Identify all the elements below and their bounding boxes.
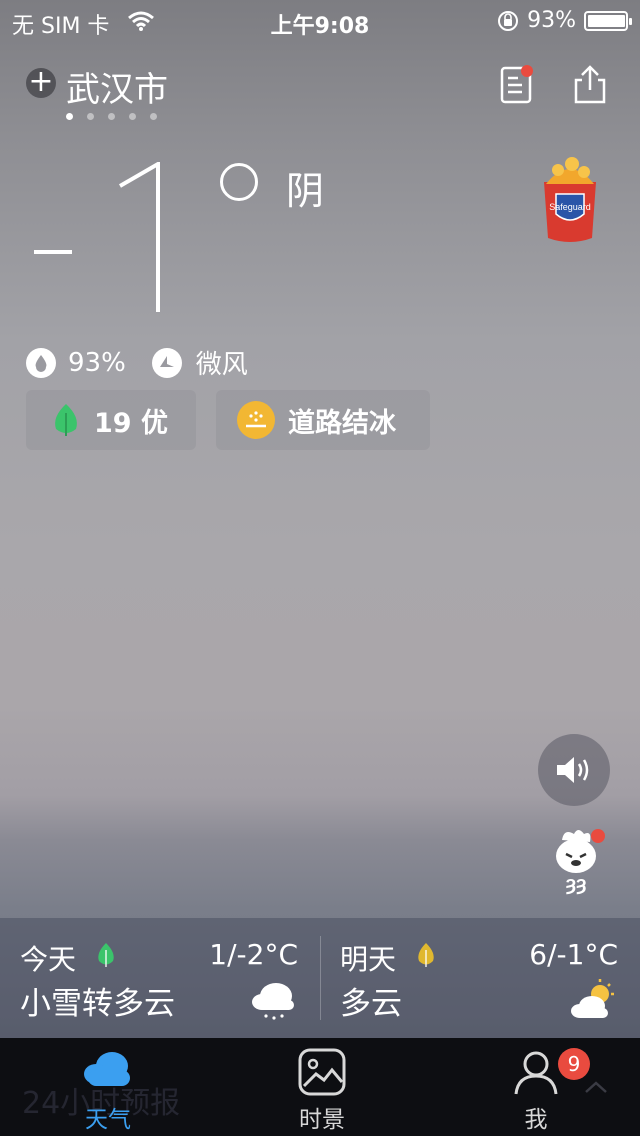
page-dot	[108, 113, 115, 120]
tab-label: 天气	[85, 1107, 131, 1133]
notification-badge: 9	[558, 1048, 590, 1080]
forecast-today[interactable]: 今天 1/-2°C 小雪转多云	[0, 918, 320, 1038]
page-dot	[87, 113, 94, 120]
forecast-tomorrow[interactable]: 明天 6/-1°C 多云	[320, 918, 640, 1038]
forecast-day-label: 今天	[20, 943, 77, 976]
svg-text:ȝȝ: ȝȝ	[566, 873, 587, 895]
weather-condition: 阴	[286, 169, 325, 213]
person-icon	[514, 1051, 558, 1095]
leaf-icon	[98, 943, 114, 967]
page-indicator	[66, 113, 157, 120]
photo-icon	[298, 1048, 346, 1096]
rotation-lock-icon	[498, 10, 519, 31]
status-right: 93%	[497, 8, 632, 33]
temperature-digit	[118, 162, 160, 312]
city-name[interactable]: 武汉市	[66, 62, 168, 111]
temperature-minus-sign	[34, 250, 72, 254]
ad-brand: Safeguard	[549, 202, 591, 212]
ad-banner-icon[interactable]: Safeguard	[538, 154, 602, 244]
tab-label: 时景	[299, 1107, 345, 1133]
share-icon[interactable]	[572, 64, 608, 104]
status-bar: 无 SIM 卡 上午9:08 93%	[0, 0, 640, 40]
degree-symbol	[220, 163, 258, 201]
forecast-temp: 6/-1°C	[529, 938, 618, 971]
air-quality-button[interactable]: 19 优	[26, 390, 196, 450]
cloud-icon	[84, 1052, 130, 1086]
wind-icon	[151, 347, 182, 378]
battery-icon	[584, 10, 632, 31]
air-quality-value: 19 优	[94, 407, 168, 439]
page-dot	[129, 113, 136, 120]
news-icon[interactable]	[500, 64, 534, 104]
forecast-desc: 多云	[340, 986, 402, 1022]
weather-details-row: 93% 微风	[26, 344, 248, 381]
forecast-temp: 1/-2°C	[209, 938, 298, 971]
speaker-icon	[557, 757, 589, 783]
snow-cloud-icon	[252, 983, 294, 1020]
forecast-desc: 小雪转多云	[20, 986, 175, 1022]
tab-bar: 24小时预报 天气 时景 我	[0, 1038, 640, 1136]
leaf-icon	[418, 943, 434, 967]
humidity-value: 93%	[68, 347, 126, 378]
humidity-icon	[26, 347, 56, 378]
partly-cloudy-icon	[571, 979, 614, 1018]
tab-weather[interactable]: 天气	[38, 1038, 178, 1136]
leaf-icon	[55, 404, 77, 436]
chevron-up-icon[interactable]	[584, 1080, 608, 1094]
weather-alert-text: 道路结冰	[288, 407, 396, 439]
tab-scenery[interactable]: 时景	[252, 1038, 392, 1136]
wind-value: 微风	[195, 350, 248, 380]
voice-broadcast-button[interactable]	[538, 734, 610, 806]
page-dot	[66, 113, 73, 120]
forecast-divider	[320, 936, 321, 1020]
tab-label: 我	[524, 1107, 548, 1133]
page-dot	[150, 113, 157, 120]
forecast-day-label: 明天	[340, 943, 397, 976]
add-city-button[interactable]: +	[26, 67, 56, 98]
weather-alert-button[interactable]: 道路结冰	[216, 390, 430, 450]
road-ice-alert-icon	[237, 401, 275, 439]
battery-percent: 93%	[527, 8, 576, 33]
mascot-icon[interactable]: ȝȝ	[544, 826, 608, 898]
